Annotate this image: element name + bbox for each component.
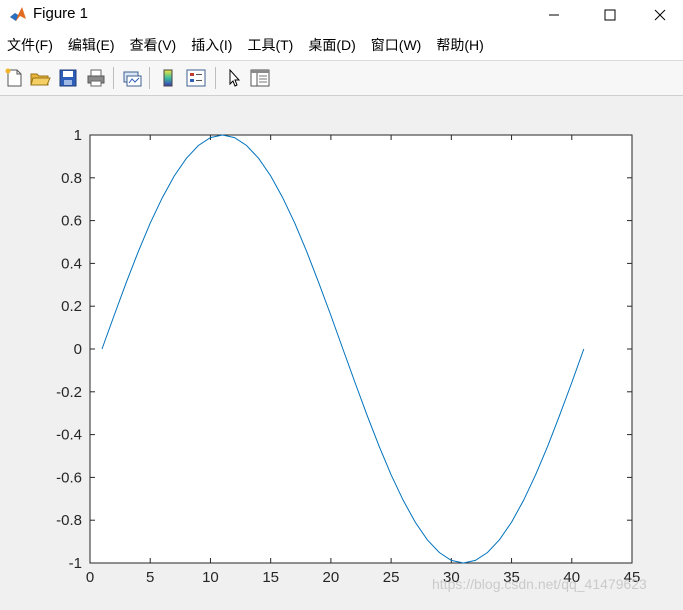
new-figure-icon — [5, 68, 22, 87]
toolbar-separator — [149, 67, 150, 89]
menu-window[interactable]: 窗口(W) — [364, 35, 430, 55]
save-icon — [59, 69, 77, 87]
x-tick-label: 10 — [202, 569, 219, 586]
maximize-button[interactable] — [587, 0, 633, 30]
menu-edit[interactable]: 编辑(E) — [61, 35, 123, 55]
menu-insert[interactable]: 插入(I) — [184, 35, 240, 55]
open-file-icon — [30, 73, 51, 86]
colorbar-button[interactable] — [157, 67, 179, 89]
line-chart[interactable]: 0 5 10 15 20 25 30 35 40 45-1-0.8-0.6-0.4-0.200.2… — [0, 96, 683, 605]
colorbar-icon — [163, 69, 173, 87]
menu-view[interactable]: 查看(V) — [123, 35, 185, 55]
menu-file[interactable]: 文件(F) — [0, 35, 61, 55]
property-editor-button[interactable] — [249, 67, 271, 89]
x-tick-label: 5 — [146, 569, 154, 586]
y-tick-label: 0.2 — [61, 298, 82, 315]
toolbar-separator — [113, 67, 114, 89]
save-button[interactable] — [57, 67, 79, 89]
y-tick-label: -1 — [69, 555, 82, 572]
watermark-text: https://blog.csdn.net/qq_41479623 — [432, 576, 647, 592]
toolbar-separator — [215, 67, 216, 89]
y-tick-label: -0.4 — [56, 427, 82, 444]
x-tick-label: 15 — [262, 569, 279, 586]
link-plot-button[interactable] — [121, 67, 143, 89]
legend-button[interactable] — [185, 67, 207, 89]
title-bar: Figure 1 — [0, 0, 683, 30]
x-tick-label: 0 — [86, 569, 94, 586]
open-file-button[interactable] — [29, 67, 51, 89]
y-tick-label: -0.6 — [56, 469, 82, 486]
menu-help[interactable]: 帮助(H) — [429, 35, 491, 55]
close-icon — [654, 9, 666, 21]
y-tick-label: 0.6 — [61, 213, 82, 230]
window-title: Figure 1 — [33, 5, 89, 22]
y-tick-label: -0.2 — [56, 384, 82, 401]
x-tick-label: 20 — [323, 569, 340, 586]
toolbar — [0, 60, 683, 96]
new-figure-button[interactable] — [3, 67, 25, 89]
link-plot-icon — [123, 71, 142, 87]
y-tick-label: 0.4 — [61, 255, 82, 272]
y-tick-label: 0.8 — [61, 170, 82, 187]
property-editor-icon — [250, 69, 270, 87]
minimize-icon — [549, 14, 559, 16]
y-tick-label: -0.8 — [56, 512, 82, 529]
minimize-button[interactable] — [531, 0, 577, 30]
x-tick-label: 25 — [383, 569, 400, 586]
matlab-logo-icon — [9, 5, 27, 23]
edit-plot-button[interactable] — [223, 67, 245, 89]
close-button[interactable] — [637, 0, 683, 30]
print-icon — [87, 69, 105, 87]
axes-box — [89, 134, 633, 564]
print-button[interactable] — [85, 67, 107, 89]
y-tick-label: 1 — [74, 127, 82, 144]
y-tick-label: 0 — [74, 341, 82, 358]
legend-icon — [186, 69, 206, 87]
menu-bar: 文件(F) 编辑(E) 查看(V) 插入(I) 工具(T) 桌面(D) 窗口(W… — [0, 30, 683, 60]
menu-tools[interactable]: 工具(T) — [240, 35, 301, 55]
figure-canvas[interactable]: 0 5 10 15 20 25 30 35 40 45 -1 -0.8 -0.6 -0.4 -0.2 0 0.2… — [0, 96, 683, 605]
menu-desktop[interactable]: 桌面(D) — [301, 35, 363, 55]
pointer-icon — [229, 68, 241, 87]
maximize-icon — [604, 9, 616, 21]
